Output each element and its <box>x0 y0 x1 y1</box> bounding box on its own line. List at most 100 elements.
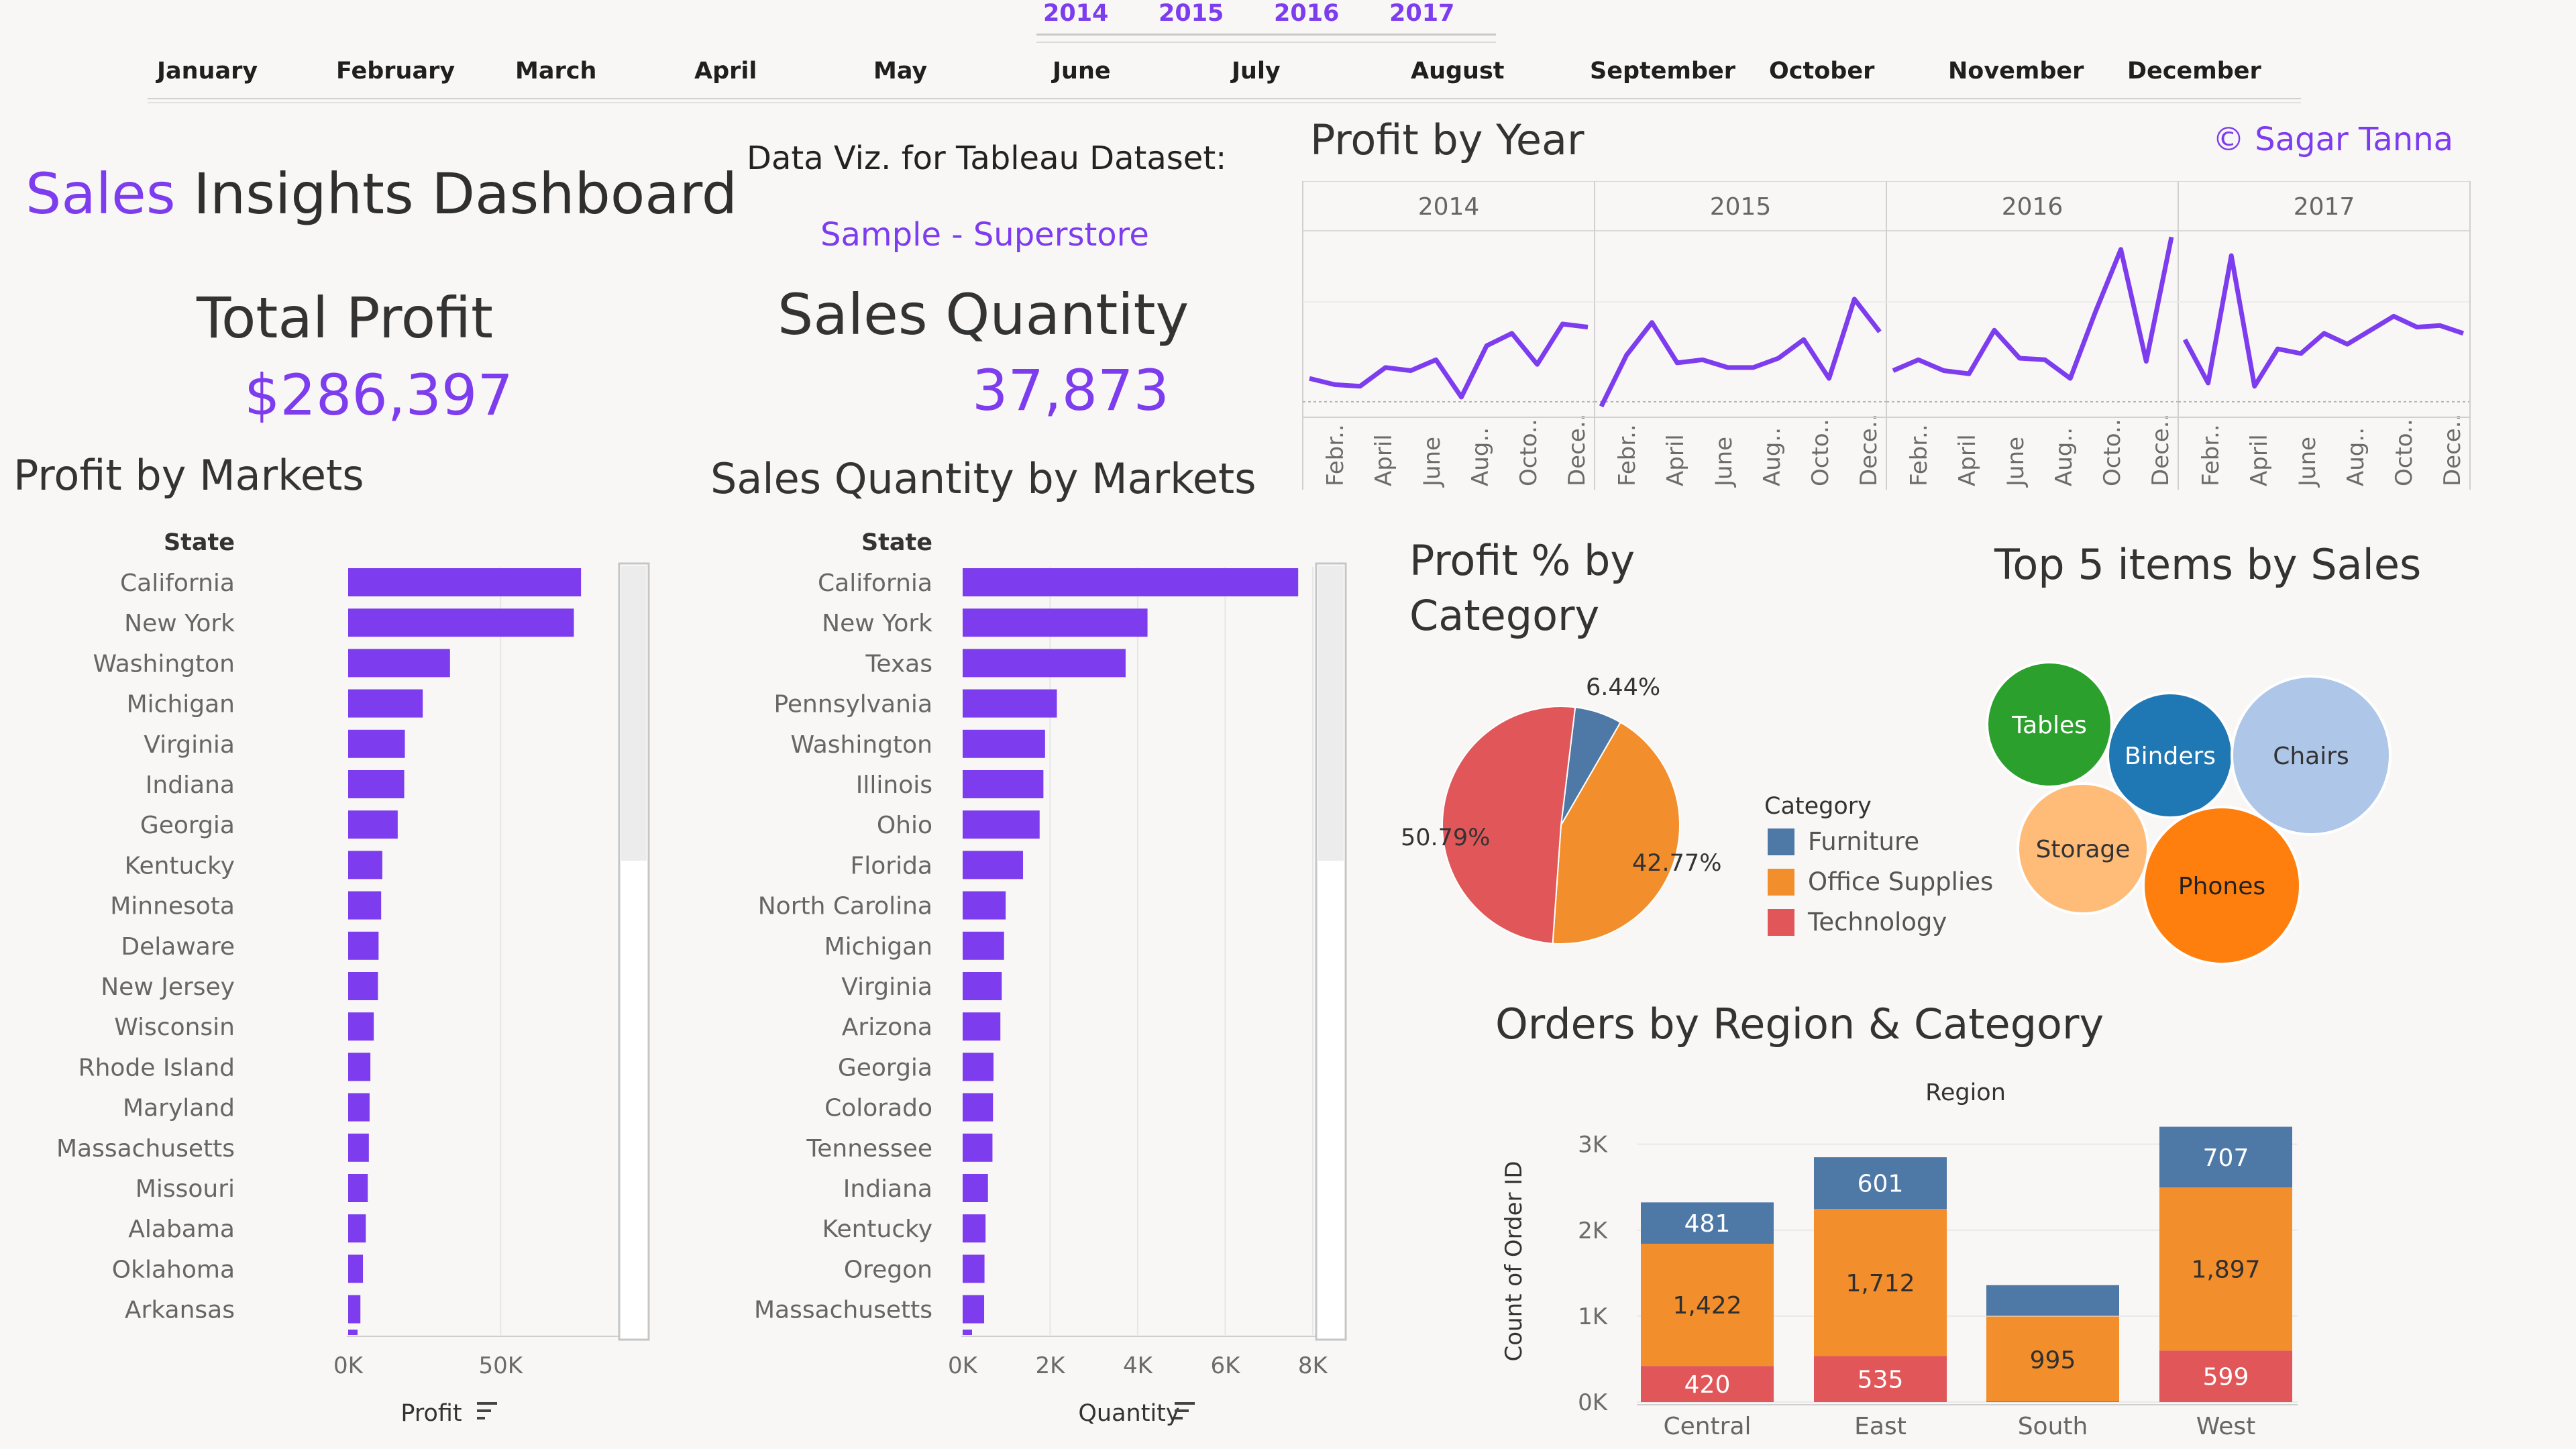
x-tick-label: 8K <box>1298 1352 1329 1379</box>
state-label: North Carolina <box>758 893 932 920</box>
segment-value-label: 1,712 <box>1845 1270 1915 1297</box>
state-label: Virginia <box>144 731 235 759</box>
bar-new-york <box>348 608 574 637</box>
vertical-scrollbar-thumb <box>621 566 647 861</box>
total-profit-value: $286,397 <box>244 362 513 428</box>
vertical-scrollbar-thumb <box>1318 566 1344 861</box>
x-tick-label: June <box>1419 437 1446 488</box>
bar-virginia <box>963 972 1002 1000</box>
profit-by-year-chart: 2014 Febr.. April June Aug.. Octo.. Dece.. 2015… <box>1302 181 2471 490</box>
x-axis-title: Quantity <box>1078 1400 1179 1427</box>
x-axis-title: Profit <box>400 1400 462 1427</box>
month-filter-divider <box>148 98 2301 99</box>
state-label: Virginia <box>841 973 932 1001</box>
year-filter-2015[interactable]: 2015 <box>1159 0 1224 27</box>
month-filter-june[interactable]: June <box>1053 58 1111 85</box>
profit-by-year-title: Profit by Year <box>1310 115 1585 164</box>
year-filter-2014[interactable]: 2014 <box>1043 0 1108 27</box>
x-tick-label: 50K <box>478 1352 523 1379</box>
bar-washington <box>348 649 450 678</box>
bar-texas <box>963 649 1126 678</box>
state-label: Illinois <box>856 771 932 799</box>
x-tick-label: Octo.. <box>1807 419 1834 486</box>
y-tick-label: 1K <box>1578 1303 1609 1330</box>
top5-items-title: Top 5 items by Sales <box>1994 540 2422 589</box>
bar-colorado <box>963 1093 994 1122</box>
sales-quantity-by-markets-chart: State California New York Texas Pennsylvania… <box>754 529 1347 1427</box>
x-axis-title: Region <box>1925 1079 2006 1106</box>
x-tick-label: Febr.. <box>1906 424 1933 486</box>
x-tick-label: Octo.. <box>2391 419 2418 486</box>
profit-pct-by-category-chart: 6.44% 42.77% 50.79% Category Furniture Office… <box>1401 674 1993 945</box>
month-filter-january[interactable]: January <box>157 58 258 85</box>
bar-arkansas <box>348 1295 361 1324</box>
x-tick-label: 0K <box>948 1352 979 1379</box>
state-label: Maryland <box>123 1095 235 1122</box>
month-filter-march[interactable]: March <box>515 58 596 85</box>
legend-swatch-furniture <box>1768 828 1794 855</box>
segment-value-label: 601 <box>1858 1171 1904 1198</box>
month-filter-may[interactable]: May <box>873 58 927 85</box>
x-tick-label: Aug.. <box>2051 427 2078 486</box>
x-tick-label: Febr.. <box>1614 424 1641 486</box>
month-filter-april[interactable]: April <box>694 58 757 85</box>
legend-title: Category <box>1764 793 1872 820</box>
segment-value-label: 995 <box>2030 1346 2076 1374</box>
legend-swatch-technology <box>1768 909 1794 936</box>
month-filter-august[interactable]: August <box>1411 58 1505 85</box>
month-filter-december[interactable]: December <box>2127 58 2261 85</box>
x-tick-label: Aug.. <box>1759 427 1786 486</box>
bar-florida <box>963 851 1023 879</box>
month-filter-october[interactable]: October <box>1769 58 1874 85</box>
dashboard-title: Sales Insights Dashboard <box>25 161 737 227</box>
x-tick-label: 2K <box>1036 1352 1067 1379</box>
region-label-east: East <box>1854 1413 1907 1440</box>
bar-california <box>963 568 1299 596</box>
x-tick-label: 4K <box>1123 1352 1154 1379</box>
segment-value-label: 1,422 <box>1672 1292 1741 1320</box>
bar-north-carolina <box>963 891 1006 920</box>
bar-kentucky <box>963 1214 986 1243</box>
x-tick-label: June <box>1711 437 1737 488</box>
bubble-label-tables: Tables <box>2011 712 2087 739</box>
state-label: Indiana <box>146 771 235 799</box>
month-filter-november[interactable]: November <box>1948 58 2084 85</box>
sales-quantity-by-markets-title: Sales Quantity by Markets <box>710 454 1256 503</box>
x-tick-label: Aug.. <box>2343 427 2369 486</box>
bar-alabama <box>348 1214 366 1243</box>
top5-items-by-sales-chart: Tables Binders Chairs Storage Phones <box>1986 661 2392 965</box>
state-label: Rhode Island <box>78 1054 235 1081</box>
state-label: Oklahoma <box>112 1256 235 1283</box>
state-label: New York <box>124 610 235 637</box>
month-filter-september[interactable]: September <box>1590 58 1735 85</box>
total-profit-label: Total Profit <box>197 285 493 351</box>
profit-line-2016 <box>1892 236 2174 381</box>
state-label: Kentucky <box>125 852 235 879</box>
month-filter-july[interactable]: July <box>1232 58 1281 85</box>
x-tick-label: Aug.. <box>1467 427 1494 486</box>
bar-oklahoma <box>348 1254 364 1283</box>
bar-massachusetts <box>963 1295 985 1324</box>
y-tick-label: 0K <box>1578 1389 1609 1416</box>
year-filter-2017[interactable]: 2017 <box>1389 0 1454 27</box>
bar-michigan <box>348 689 423 718</box>
x-tick-label: 6K <box>1210 1352 1241 1379</box>
orders-by-region-chart: Region Count of Order ID 0K 1K 2K 3K 420 1,422 4… <box>1501 1079 2298 1440</box>
segment-value-label: 535 <box>1858 1366 1904 1394</box>
legend-label: Technology <box>1807 908 1947 936</box>
bar-wisconsin <box>348 1012 374 1041</box>
state-label: Pennsylvania <box>773 691 932 718</box>
y-axis-title: Count of Order ID <box>1501 1161 1527 1362</box>
state-label: Georgia <box>140 812 235 839</box>
profit-line-2014 <box>1309 321 1589 400</box>
year-filter-2016[interactable]: 2016 <box>1274 0 1339 27</box>
pie-label-furniture: 6.44% <box>1586 674 1660 701</box>
region-label-west: West <box>2196 1413 2256 1440</box>
bar-new-jersey <box>348 972 378 1000</box>
bar-illinois <box>963 770 1044 798</box>
month-filter-february[interactable]: February <box>336 58 455 85</box>
x-tick-label: Febr.. <box>2198 424 2224 486</box>
state-label: Texas <box>865 650 932 678</box>
x-tick-label: April <box>1954 434 1981 486</box>
bar-new-york <box>963 608 1148 637</box>
